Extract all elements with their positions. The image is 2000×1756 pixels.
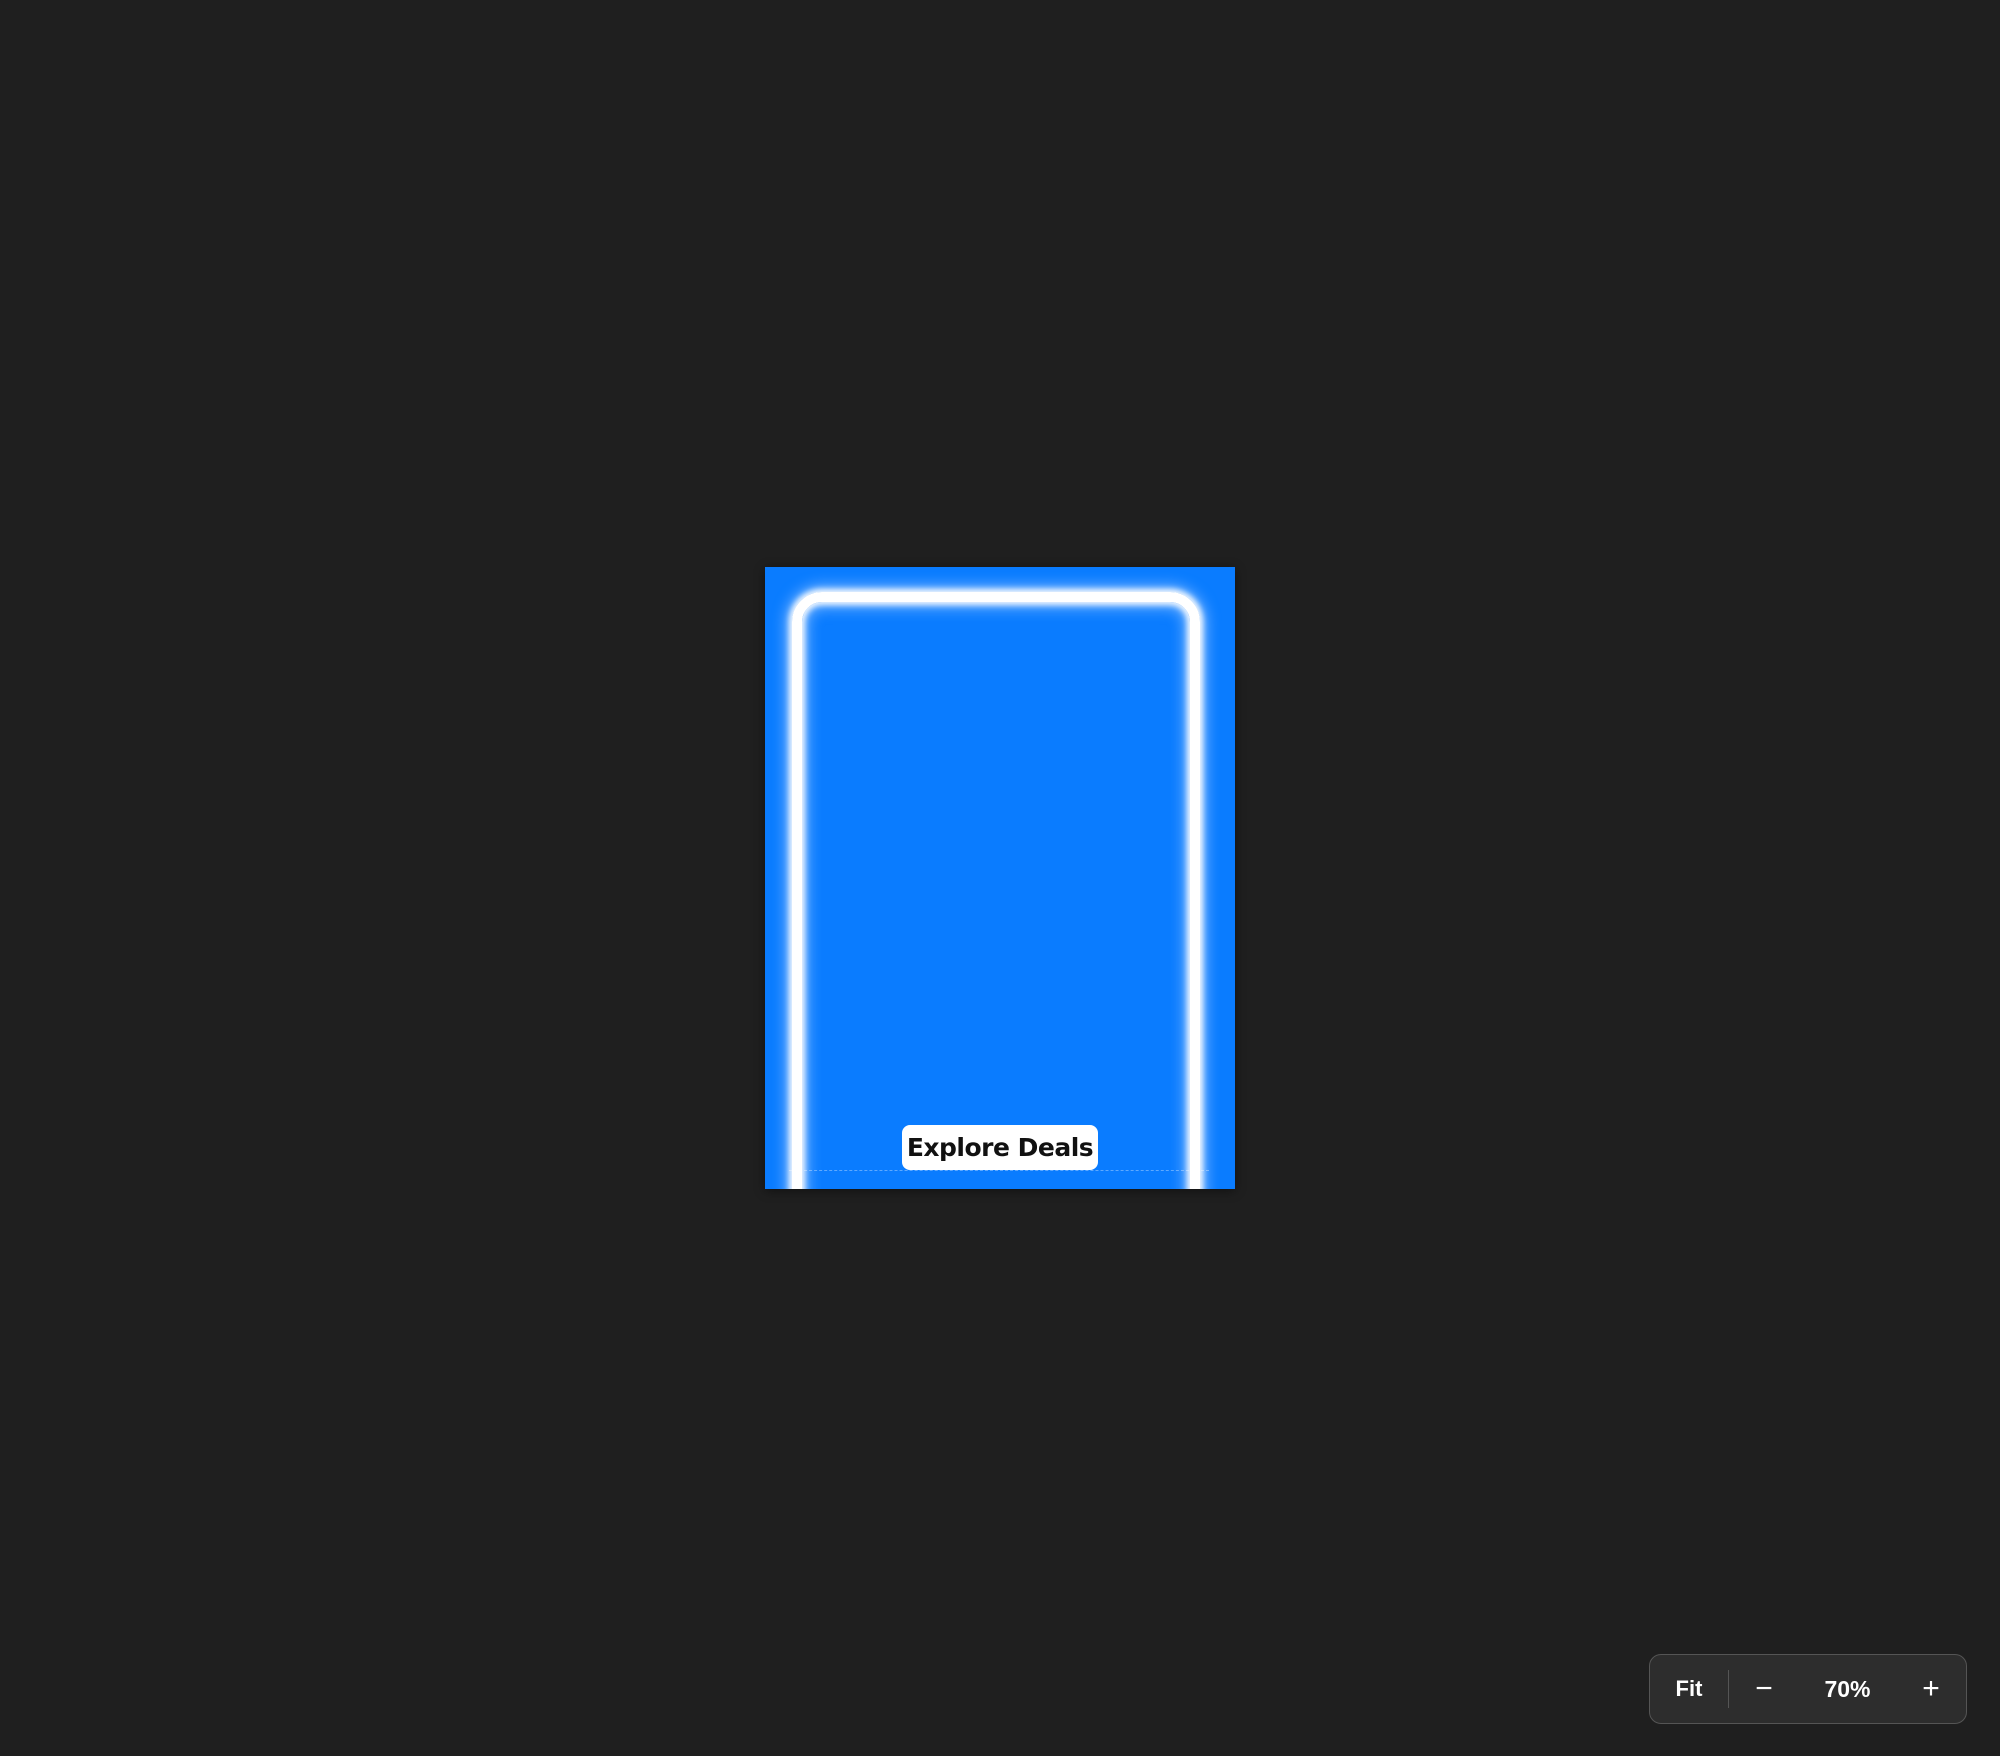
safe-area-guide bbox=[789, 1170, 1209, 1171]
zoom-level-readout: 70% bbox=[1824, 1675, 1871, 1702]
zoom-controls: Fit − 70% + bbox=[1649, 1654, 1967, 1724]
zoom-fit-button[interactable]: Fit bbox=[1650, 1655, 1728, 1723]
zoom-out-button[interactable]: − bbox=[1729, 1655, 1799, 1723]
artboard[interactable]: Explore Deals bbox=[765, 567, 1235, 1189]
minus-icon: − bbox=[1755, 1672, 1773, 1705]
zoom-in-button[interactable]: + bbox=[1896, 1655, 1966, 1723]
explore-deals-button[interactable]: Explore Deals bbox=[902, 1125, 1098, 1170]
canvas-viewport[interactable]: Explore Deals Fit − 70% + bbox=[0, 0, 2000, 1756]
plus-icon: + bbox=[1922, 1672, 1940, 1705]
neon-frame bbox=[792, 592, 1200, 1189]
